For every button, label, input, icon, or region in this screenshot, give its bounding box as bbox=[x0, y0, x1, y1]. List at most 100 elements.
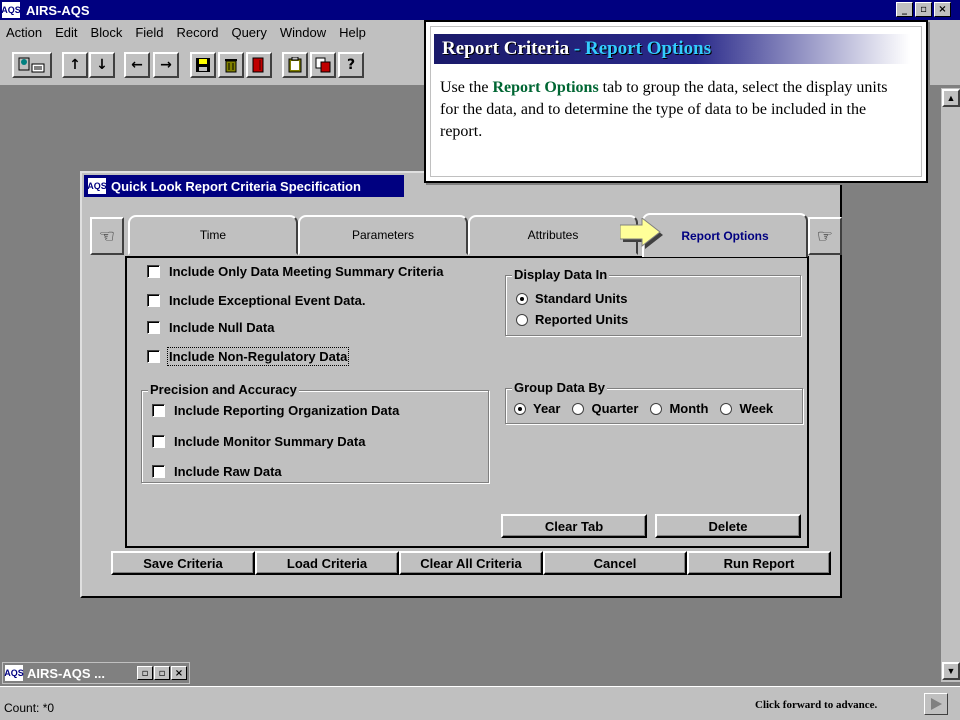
radio-label: Year bbox=[533, 401, 561, 416]
popup-title-main: Report Criteria bbox=[442, 38, 570, 59]
trash-icon[interactable] bbox=[218, 52, 244, 78]
checkbox-box[interactable] bbox=[147, 321, 160, 334]
checkbox-box[interactable] bbox=[152, 465, 165, 478]
radio-label: Reported Units bbox=[535, 312, 629, 327]
callout-arrow-icon bbox=[620, 218, 663, 249]
arrow-left-icon[interactable]: ← bbox=[124, 52, 150, 78]
display-data-in-title: Display Data In bbox=[512, 267, 610, 282]
copy-icon[interactable] bbox=[310, 52, 336, 78]
popup-title-sub: Report Options bbox=[584, 38, 712, 59]
checkbox-reporting-org[interactable]: Include Reporting Organization Data bbox=[152, 403, 399, 418]
save-icon[interactable] bbox=[190, 52, 216, 78]
checkbox-non-regulatory[interactable]: Include Non-Regulatory Data bbox=[147, 347, 350, 366]
workspace-scrollbar[interactable]: ▲ ▼ bbox=[940, 88, 960, 682]
scroll-down-icon[interactable]: ▼ bbox=[942, 662, 960, 680]
checkbox-label: Include Exceptional Event Data. bbox=[169, 293, 366, 308]
popup-title-separator: - bbox=[569, 38, 585, 59]
precision-accuracy-group: Precision and Accuracy Include Reporting… bbox=[141, 382, 489, 483]
checkbox-raw-data[interactable]: Include Raw Data bbox=[152, 464, 282, 479]
arrow-right-icon[interactable]: → bbox=[153, 52, 179, 78]
minimized-title: AIRS-AQS ... bbox=[27, 665, 106, 681]
clipboard-icon[interactable] bbox=[282, 52, 308, 78]
app-title-bar: AQS AIRS-AQS _ ▫ × bbox=[0, 0, 960, 20]
restore-button[interactable]: ▫ bbox=[915, 2, 932, 17]
menu-record[interactable]: Record bbox=[177, 25, 219, 40]
checkbox-box[interactable] bbox=[147, 265, 160, 278]
tab-time[interactable]: Time bbox=[128, 215, 298, 255]
radio-quarter[interactable]: Quarter bbox=[572, 401, 638, 416]
minimized-logo-icon: AQS bbox=[4, 665, 24, 681]
menu-action[interactable]: Action bbox=[6, 25, 42, 40]
checkbox-label: Include Only Data Meeting Summary Criter… bbox=[169, 264, 444, 279]
checkbox-box[interactable] bbox=[147, 350, 160, 363]
radio-circle[interactable] bbox=[514, 402, 526, 415]
checkbox-label: Include Monitor Summary Data bbox=[174, 434, 366, 449]
menu-window[interactable]: Window bbox=[280, 25, 326, 40]
help-pointer-icon[interactable]: ? bbox=[338, 52, 364, 78]
menu-query[interactable]: Query bbox=[231, 25, 266, 40]
save-criteria-button[interactable]: Save Criteria bbox=[111, 551, 255, 575]
record-count: Count: *0 bbox=[4, 701, 55, 715]
status-bar: Count: *0 Click forward to advance. bbox=[0, 686, 960, 720]
exit-icon[interactable] bbox=[246, 52, 272, 78]
quick-look-dialog: AQS Quick Look Report Criteria Specifica… bbox=[80, 171, 842, 598]
next-slide-button[interactable] bbox=[924, 693, 948, 715]
report-options-panel: Include Only Data Meeting Summary Criter… bbox=[125, 256, 809, 548]
scroll-up-icon[interactable]: ▲ bbox=[942, 89, 960, 107]
tab-report-options[interactable]: Report Options bbox=[642, 213, 808, 257]
menu-edit[interactable]: Edit bbox=[55, 25, 77, 40]
checkbox-label: Include Raw Data bbox=[174, 464, 282, 479]
minimized-restore-button[interactable]: ▫ bbox=[137, 666, 153, 680]
radio-label: Standard Units bbox=[535, 291, 628, 306]
checkbox-box[interactable] bbox=[152, 404, 165, 417]
menu-block[interactable]: Block bbox=[91, 25, 123, 40]
dialog-title: Quick Look Report Criteria Specification bbox=[111, 178, 361, 194]
arrow-down-icon[interactable]: ↓ bbox=[89, 52, 115, 78]
minimized-window[interactable]: AQS AIRS-AQS ... ▫ ▫ × bbox=[2, 662, 190, 684]
arrow-up-icon[interactable]: ↑ bbox=[62, 52, 88, 78]
app-title: AIRS-AQS bbox=[26, 2, 90, 18]
menu-field[interactable]: Field bbox=[135, 25, 163, 40]
radio-week[interactable]: Week bbox=[720, 401, 773, 416]
clear-all-criteria-button[interactable]: Clear All Criteria bbox=[399, 551, 543, 575]
load-criteria-button[interactable]: Load Criteria bbox=[255, 551, 399, 575]
checkbox-box[interactable] bbox=[147, 294, 160, 307]
enter-query-icon[interactable] bbox=[12, 52, 52, 78]
menu-help[interactable]: Help bbox=[339, 25, 366, 40]
tab-parameters[interactable]: Parameters bbox=[298, 215, 468, 255]
run-report-button[interactable]: Run Report bbox=[687, 551, 831, 575]
radio-label: Month bbox=[669, 401, 709, 416]
radio-reported-units[interactable]: Reported Units bbox=[516, 312, 628, 327]
minimized-maximize-button[interactable]: ▫ bbox=[154, 666, 170, 680]
delete-button[interactable]: Delete bbox=[655, 514, 801, 538]
dialog-logo-icon: AQS bbox=[87, 178, 107, 194]
popup-body-text: Use the bbox=[440, 79, 493, 96]
forward-hint: Click forward to advance. bbox=[755, 699, 878, 711]
popup-body: Use the Report Options tab to group the … bbox=[440, 77, 910, 143]
close-button[interactable]: × bbox=[934, 2, 951, 17]
checkbox-null-data[interactable]: Include Null Data bbox=[147, 320, 274, 335]
tab-attributes[interactable]: Attributes bbox=[468, 215, 638, 255]
checkbox-label: Include Null Data bbox=[169, 320, 275, 335]
checkbox-exceptional-event[interactable]: Include Exceptional Event Data. bbox=[147, 293, 366, 308]
radio-circle[interactable] bbox=[516, 292, 528, 305]
clear-tab-button[interactable]: Clear Tab bbox=[501, 514, 647, 538]
checkbox-monitor-summary[interactable]: Include Monitor Summary Data bbox=[152, 434, 365, 449]
hand-right-icon[interactable]: ☞ bbox=[808, 217, 842, 255]
hand-left-icon[interactable]: ☜ bbox=[90, 217, 124, 255]
radio-circle[interactable] bbox=[720, 402, 733, 415]
checkbox-box[interactable] bbox=[152, 435, 165, 448]
precision-accuracy-title: Precision and Accuracy bbox=[148, 382, 299, 397]
radio-circle[interactable] bbox=[572, 402, 585, 415]
radio-circle[interactable] bbox=[516, 313, 528, 326]
checkbox-summary-criteria[interactable]: Include Only Data Meeting Summary Criter… bbox=[147, 264, 444, 279]
radio-month[interactable]: Month bbox=[650, 401, 708, 416]
group-data-by-title: Group Data By bbox=[512, 380, 608, 395]
radio-circle[interactable] bbox=[650, 402, 663, 415]
radio-standard-units[interactable]: Standard Units bbox=[516, 291, 627, 306]
radio-year[interactable]: Year bbox=[514, 401, 560, 416]
minimize-button[interactable]: _ bbox=[896, 2, 913, 17]
minimized-close-button[interactable]: × bbox=[171, 666, 187, 680]
radio-label: Week bbox=[739, 401, 774, 416]
cancel-button[interactable]: Cancel bbox=[543, 551, 687, 575]
